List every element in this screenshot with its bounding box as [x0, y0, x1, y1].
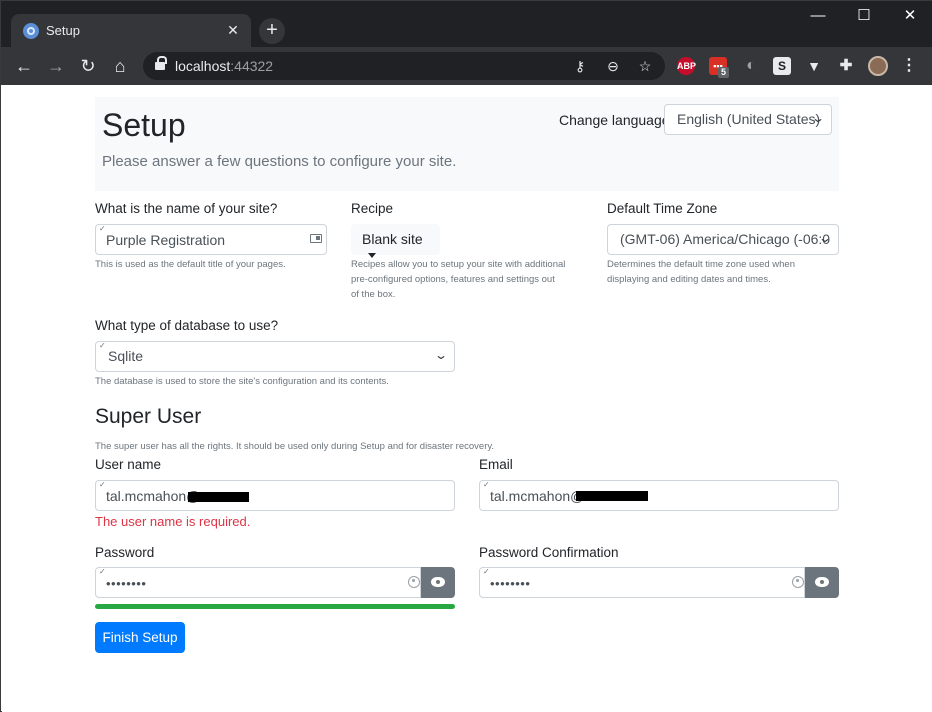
site-favicon-icon [23, 23, 39, 39]
username-label: User name [95, 457, 162, 472]
super-user-heading: Super User [95, 405, 202, 428]
forward-icon[interactable]: → [44, 54, 68, 78]
url-text: localhost:44322 [175, 58, 274, 74]
home-icon[interactable]: ⌂ [108, 54, 132, 78]
username-value: tal.mcmahon@ [106, 488, 201, 504]
email-label: Email [479, 457, 513, 472]
tab-title: Setup [46, 23, 80, 38]
username-error: The user name is required. [95, 514, 251, 529]
autofill-check-icon: ✓ [483, 480, 490, 489]
chevron-down-icon: ⌄ [433, 348, 449, 362]
password-group: ✓ •••••••• [95, 567, 455, 598]
new-tab-button[interactable]: + [259, 18, 285, 44]
site-name-help: This is used as the default title of you… [95, 259, 286, 270]
email-input[interactable]: ✓ tal.mcmahon@ [479, 480, 839, 511]
password-strength-fill [95, 604, 455, 609]
profile-avatar[interactable] [868, 56, 888, 76]
recipe-help-line-1: Recipes allow you to setup your site wit… [351, 259, 566, 270]
autofill-check-icon: ✓ [99, 567, 106, 576]
email-value: tal.mcmahon@ [490, 488, 585, 504]
password-value: •••••••• [106, 576, 147, 591]
finish-setup-button[interactable]: Finish Setup [95, 622, 185, 653]
recipe-label: Recipe [351, 201, 394, 216]
language-select[interactable]: English (United States) ⌄ [664, 104, 832, 135]
autofill-check-icon: ✓ [99, 224, 106, 233]
back-icon[interactable]: ← [12, 54, 36, 78]
super-user-help: The super user has all the rights. It sh… [95, 441, 495, 452]
timezone-help-line-2: displaying and editing dates and times. [607, 274, 771, 285]
bookmark-star-icon[interactable]: ☆ [636, 57, 654, 75]
timezone-help-line-1: Determines the default time zone used wh… [607, 259, 795, 270]
close-window-button[interactable]: ✕ [887, 1, 932, 31]
recipe-value: Blank site [362, 231, 423, 247]
autofill-check-icon: ✓ [99, 480, 106, 489]
password-label: Password [95, 545, 155, 560]
maximize-button[interactable]: ☐ [841, 1, 887, 31]
password-confirm-label: Password Confirmation [479, 545, 619, 560]
header-jumbotron: Setup Please answer a few questions to c… [95, 97, 839, 191]
recipe-help-line-3: of the box. [351, 289, 396, 300]
database-help: The database is used to store the site's… [95, 376, 389, 387]
username-input[interactable]: ✓ tal.mcmahon@ [95, 480, 455, 511]
adblock-extension-icon[interactable]: ABP [677, 57, 696, 75]
recipe-help-line-2: pre-configured options, features and set… [351, 274, 555, 285]
autofill-card-icon[interactable] [310, 234, 322, 243]
timezone-value: (GMT-06) America/Chicago (-06:0 [620, 231, 831, 247]
autofill-check-icon: ✓ [99, 341, 106, 350]
site-name-value: Purple Registration [106, 232, 226, 248]
database-select[interactable]: ✓ Sqlite ⌄ [95, 341, 455, 372]
s-extension-icon[interactable]: S [773, 57, 791, 75]
show-password-confirm-eye-icon[interactable] [805, 567, 839, 598]
language-value: English (United States) [677, 111, 821, 127]
show-password-eye-icon[interactable] [421, 567, 455, 598]
address-bar[interactable]: localhost:44322 ⚷ ⊖ ☆ [143, 52, 665, 80]
site-name-label: What is the name of your site? [95, 201, 278, 216]
timezone-select[interactable]: (GMT-06) America/Chicago (-06:0 ⌄ [607, 224, 839, 255]
password-confirm-value: •••••••• [490, 576, 531, 591]
minimize-button[interactable]: — [795, 1, 841, 31]
red-extension-icon[interactable]: ▪▪▪ 5 [709, 57, 730, 78]
c-extension-icon[interactable]: ◐ [742, 57, 760, 75]
site-name-input[interactable]: ✓ Purple Registration [95, 224, 327, 255]
redaction-bar [188, 492, 249, 502]
recipe-dropdown-button[interactable]: Blank site [351, 224, 440, 258]
menu-kebab-icon[interactable]: ⋮ [901, 56, 917, 76]
lock-icon [155, 56, 167, 71]
extension-badge: 5 [718, 67, 730, 78]
password-confirm-group: ✓ •••••••• [479, 567, 839, 598]
browser-window: Setup ✕ + — ☐ ✕ ← → ↻ ⌂ localhost:44322 … [0, 0, 932, 712]
tab-close-icon[interactable]: ✕ [223, 20, 243, 40]
database-value: Sqlite [108, 348, 144, 364]
chevron-down-icon: ⌄ [810, 111, 826, 125]
password-manager-icon[interactable] [408, 576, 420, 588]
autofill-check-icon: ✓ [483, 567, 490, 576]
timezone-label: Default Time Zone [607, 201, 718, 216]
extensions-puzzle-icon[interactable]: ✚ [837, 57, 855, 75]
key-icon[interactable]: ⚷ [571, 57, 589, 75]
tab-setup[interactable]: Setup ✕ [11, 14, 251, 47]
password-confirm-input[interactable]: ✓ •••••••• [479, 567, 805, 598]
password-input[interactable]: ✓ •••••••• [95, 567, 421, 598]
page-subtitle: Please answer a few questions to configu… [102, 153, 457, 170]
setup-page: Setup Please answer a few questions to c… [2, 85, 932, 712]
reload-icon[interactable]: ↻ [76, 54, 100, 78]
browser-toolbar: ← → ↻ ⌂ localhost:44322 ⚷ ⊖ ☆ ABP ▪▪▪ 5 ◐… [1, 47, 932, 85]
redaction-bar [576, 491, 648, 501]
v-extension-icon[interactable]: ▼ [805, 57, 823, 75]
page-title: Setup [102, 107, 186, 143]
database-label: What type of database to use? [95, 318, 279, 333]
tab-strip: Setup ✕ + — ☐ ✕ [1, 1, 932, 47]
password-manager-icon[interactable] [792, 576, 804, 588]
language-label: Change language [559, 112, 670, 128]
zoom-icon[interactable]: ⊖ [604, 57, 622, 75]
chevron-down-icon: ⌄ [817, 231, 833, 245]
password-strength-bar [95, 604, 455, 609]
